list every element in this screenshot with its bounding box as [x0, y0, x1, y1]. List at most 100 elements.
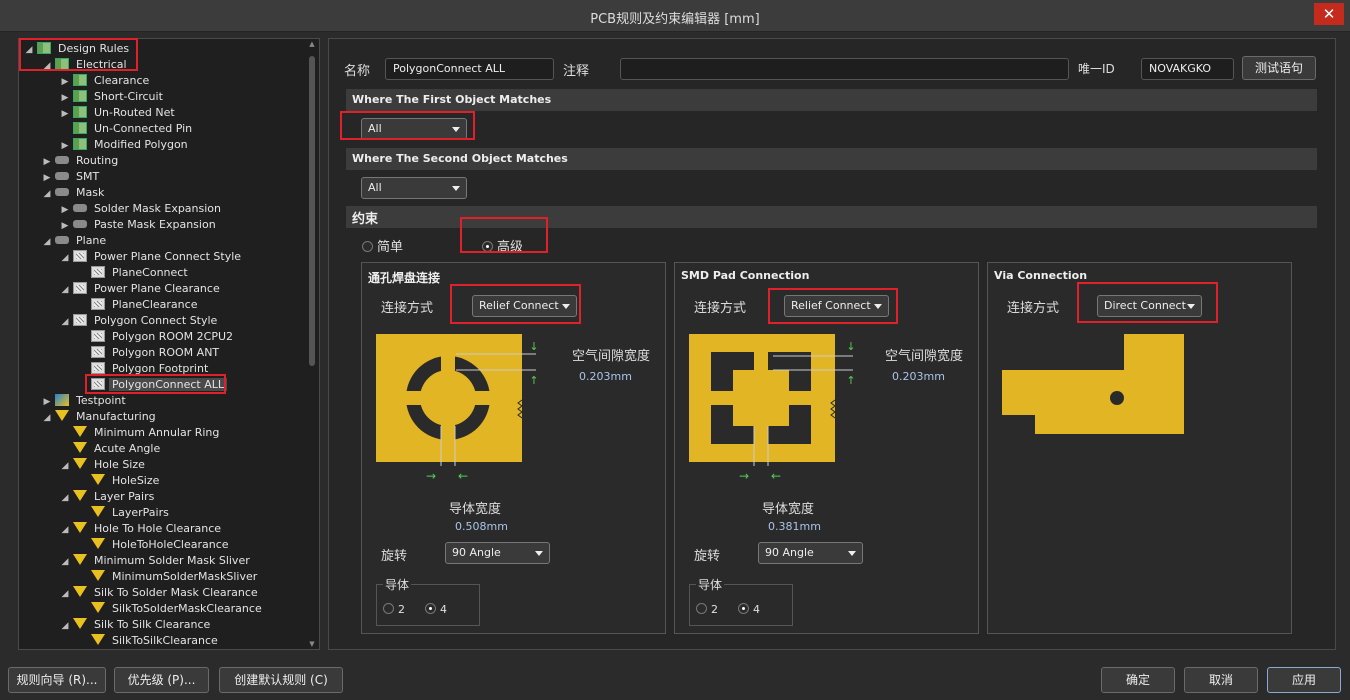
ok-button[interactable]: 确定 — [1101, 667, 1175, 693]
tree-item[interactable]: ◢ Power Plane Clearance — [59, 281, 223, 297]
expanded-arrow-icon[interactable]: ◢ — [59, 554, 71, 570]
tree-item[interactable]: PolygonConnect ALL — [77, 377, 227, 393]
collapsed-arrow-icon[interactable]: ▶ — [41, 394, 53, 410]
tree-item[interactable]: SilkToSolderMaskClearance — [77, 601, 265, 617]
tree-item[interactable]: HoleToHoleClearance — [77, 537, 232, 553]
collapsed-arrow-icon[interactable]: ▶ — [41, 170, 53, 186]
tree-item[interactable]: ◢ Power Plane Connect Style — [59, 249, 244, 265]
rule-wizard-button[interactable]: 规则向导 (R)... — [8, 667, 106, 693]
tree-item[interactable]: ▶ Clearance — [59, 73, 152, 89]
second-match-select[interactable]: All — [361, 177, 467, 199]
tree-item[interactable]: ◢ Silk To Solder Mask Clearance — [59, 585, 261, 601]
expanded-arrow-icon[interactable]: ◢ — [59, 586, 71, 602]
expanded-arrow-icon[interactable]: ◢ — [59, 458, 71, 474]
mode-advanced-radio[interactable]: 高级 — [482, 236, 523, 255]
tree-item[interactable]: ◢ Electrical — [41, 57, 130, 73]
tree-item[interactable]: ▶ Paste Mask Expansion — [59, 217, 219, 233]
expanded-arrow-icon[interactable]: ◢ — [41, 186, 53, 202]
tree-item[interactable]: ◢ Plane — [41, 233, 109, 249]
tree-item[interactable]: SilkToSilkClearance — [77, 633, 221, 649]
mfg-icon — [91, 602, 105, 613]
close-button[interactable]: ✕ — [1314, 3, 1344, 25]
scroll-up-icon[interactable]: ▲ — [308, 40, 316, 48]
tree-item[interactable]: HoleSize — [77, 473, 162, 489]
tree-item[interactable]: ◢ Mask — [41, 185, 107, 201]
collapsed-arrow-icon[interactable]: ▶ — [59, 138, 71, 154]
tree-item[interactable]: ▶ SMT — [41, 169, 102, 185]
expanded-arrow-icon[interactable]: ◢ — [59, 282, 71, 298]
tree-item[interactable]: ◢ Layer Pairs — [59, 489, 157, 505]
cancel-button[interactable]: 取消 — [1184, 667, 1258, 693]
collapsed-arrow-icon[interactable]: ▶ — [59, 202, 71, 218]
expanded-arrow-icon[interactable]: ◢ — [41, 58, 53, 74]
radio-off-icon — [362, 241, 373, 252]
tree-item[interactable]: PlaneClearance — [77, 297, 200, 313]
expanded-arrow-icon[interactable]: ◢ — [59, 490, 71, 506]
th-conductor-width-value[interactable]: 0.508mm — [455, 520, 508, 533]
expanded-arrow-icon[interactable]: ◢ — [41, 410, 53, 426]
collapsed-arrow-icon[interactable]: ▶ — [59, 218, 71, 234]
tree-item[interactable]: ◢ Design Rules — [23, 41, 132, 57]
collapsed-arrow-icon[interactable]: ▶ — [59, 90, 71, 106]
tree-item[interactable]: ◢ Silk To Silk Clearance — [59, 617, 213, 633]
tree-item[interactable]: ▶ Short-Circuit — [59, 89, 166, 105]
th-conductor-4-radio[interactable]: 4 — [425, 603, 447, 616]
collapsed-arrow-icon[interactable]: ▶ — [59, 106, 71, 122]
expanded-arrow-icon[interactable]: ◢ — [59, 250, 71, 266]
tree-item[interactable]: Polygon Footprint — [77, 361, 211, 377]
scroll-down-icon[interactable]: ▼ — [308, 640, 316, 648]
apply-button[interactable]: 应用 — [1267, 667, 1341, 693]
tree-item[interactable]: ▶ Testpoint — [41, 393, 129, 409]
via-connect-select[interactable]: Direct Connect — [1097, 295, 1202, 317]
create-default-rules-button[interactable]: 创建默认规则 (C) — [219, 667, 343, 693]
priority-button[interactable]: 优先级 (P)... — [114, 667, 209, 693]
tree-item-label: MinimumSolderMaskSliver — [112, 570, 258, 583]
expanded-arrow-icon[interactable]: ◢ — [59, 522, 71, 538]
collapsed-arrow-icon[interactable]: ▶ — [59, 74, 71, 90]
tree-item[interactable]: ▶ Routing — [41, 153, 121, 169]
tree-item[interactable]: ◢ Polygon Connect Style — [59, 313, 220, 329]
tree-item[interactable]: ◢ Hole Size — [59, 457, 148, 473]
tree-item[interactable]: Polygon ROOM 2CPU2 — [77, 329, 236, 345]
first-match-select[interactable]: All — [361, 118, 467, 140]
collapsed-arrow-icon[interactable]: ▶ — [41, 154, 53, 170]
smd-conductor-width-value[interactable]: 0.381mm — [768, 520, 821, 533]
tree-item[interactable]: PlaneConnect — [77, 265, 191, 281]
mode-simple-radio[interactable]: 简单 — [362, 236, 403, 255]
tree-item[interactable]: LayerPairs — [77, 505, 172, 521]
smd-connect-select[interactable]: Relief Connect — [784, 295, 889, 317]
tree-item[interactable]: ▶ Solder Mask Expansion — [59, 201, 224, 217]
tree-item[interactable]: ▶ Un-Routed Net — [59, 105, 178, 121]
tree-item[interactable]: Un-Connected Pin — [59, 121, 195, 137]
expanded-arrow-icon[interactable]: ◢ — [23, 42, 35, 58]
th-conductors-group: 导体 2 4 — [376, 576, 480, 626]
expanded-arrow-icon[interactable]: ◢ — [41, 234, 53, 250]
expanded-arrow-icon[interactable]: ◢ — [59, 618, 71, 634]
smd-conductor-4-radio[interactable]: 4 — [738, 603, 760, 616]
th-conductor-2-radio[interactable]: 2 — [383, 603, 405, 616]
comment-field[interactable] — [620, 58, 1069, 80]
tree-item[interactable]: Acute Angle — [59, 441, 163, 457]
tree-item[interactable]: ▶ Modified Polygon — [59, 137, 191, 153]
smd-rotation-select[interactable]: 90 Angle — [758, 542, 863, 564]
tree-scrollbar[interactable]: ▲ ▼ — [308, 40, 316, 648]
tree-item[interactable]: Polygon ROOM ANT — [77, 345, 222, 361]
scroll-thumb[interactable] — [309, 56, 315, 366]
test-query-button[interactable]: 测试语句 — [1242, 56, 1316, 80]
tree-item[interactable]: ◢ Minimum Solder Mask Sliver — [59, 553, 253, 569]
th-connect-select[interactable]: Relief Connect — [472, 295, 577, 317]
tree-item[interactable]: Minimum Annular Ring — [59, 425, 222, 441]
expanded-arrow-icon[interactable]: ◢ — [59, 314, 71, 330]
smd-conductor-2-radio[interactable]: 2 — [696, 603, 718, 616]
tree-item-label: Polygon ROOM ANT — [112, 346, 220, 359]
name-field[interactable]: PolygonConnect ALL — [385, 58, 554, 80]
rules-tree[interactable]: ◢ Design Rules ◢ Electrical ▶ Clearance ▶ Short… — [18, 38, 320, 650]
first-match-value: All — [368, 122, 382, 135]
th-rotation-select[interactable]: 90 Angle — [445, 542, 550, 564]
uid-field[interactable]: NOVAKGKO — [1141, 58, 1234, 80]
tree-item[interactable]: MinimumSolderMaskSliver — [77, 569, 260, 585]
tree-item[interactable]: ◢ Hole To Hole Clearance — [59, 521, 224, 537]
th-air-gap-value[interactable]: 0.203mm — [579, 370, 632, 383]
smd-air-gap-value[interactable]: 0.203mm — [892, 370, 945, 383]
tree-item[interactable]: ◢ Manufacturing — [41, 409, 159, 425]
